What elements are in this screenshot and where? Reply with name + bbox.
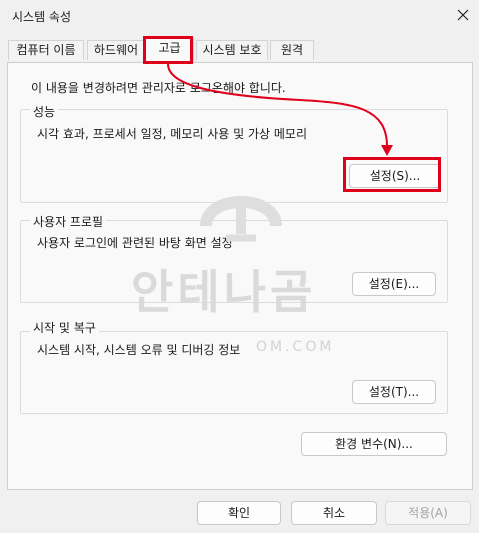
annotation-arrow-icon bbox=[167, 63, 393, 156]
